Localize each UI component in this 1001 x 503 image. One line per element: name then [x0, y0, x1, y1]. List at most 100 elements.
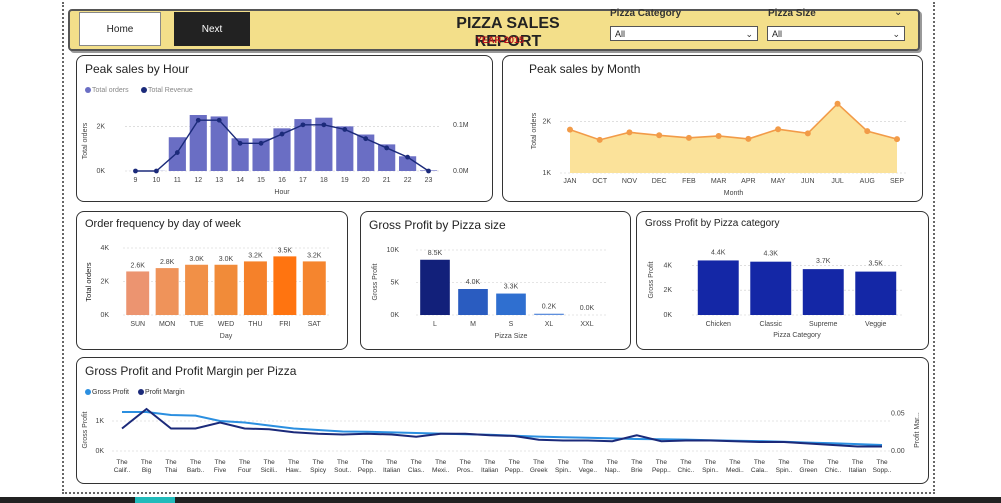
revenue-point — [154, 168, 159, 174]
day-bar-label: 2.6K — [131, 262, 146, 269]
day-bar — [302, 261, 326, 315]
month-x-tick: AUG — [860, 178, 875, 185]
month-point — [745, 135, 752, 142]
day-bar — [243, 261, 267, 315]
pizza-x-tick: The — [558, 459, 570, 466]
day-bar-label: 3.0K — [189, 256, 204, 263]
month-x-tick: MAY — [771, 178, 786, 185]
month-y-tick: 1K — [542, 170, 551, 177]
category-bar-label: 3.5K — [869, 261, 884, 268]
hour-x-tick: 19 — [341, 177, 349, 184]
home-button[interactable]: Home — [79, 12, 161, 46]
legend-dot-revenue — [141, 87, 147, 93]
hour-y-label: Total orders — [82, 122, 89, 159]
size-x-tick: XXL — [580, 321, 593, 328]
day-bar — [155, 268, 179, 315]
month-point — [864, 128, 871, 135]
revenue-point — [321, 122, 327, 128]
revenue-point — [384, 145, 390, 151]
pizza-x-tick: The — [288, 459, 300, 466]
pizza-x-tick: The — [803, 459, 815, 466]
category-y-tick: 2K — [663, 287, 672, 294]
category-y-label: Gross Profit — [648, 261, 655, 298]
pizza-x-tick: The — [533, 459, 545, 466]
hour-chart-card: Peak sales by Hour Total orders Total Rev… — [76, 55, 493, 202]
legend-dot-orders — [85, 87, 91, 93]
day-bar-label: 2.8K — [160, 259, 175, 266]
pizza-x-tick: The — [509, 459, 521, 466]
pizza-x-tick: Brie — [631, 467, 643, 474]
size-bar-label: 3.3K — [504, 284, 519, 291]
category-bar — [697, 260, 739, 315]
report-year: YEAR-2015 — [475, 35, 525, 45]
month-point — [626, 129, 633, 136]
day-x-tick: SUN — [130, 321, 145, 328]
hour-bar — [210, 116, 228, 171]
pizza-x-tick: Sout.. — [334, 467, 351, 474]
category-x-label: Pizza Category — [773, 332, 821, 339]
pizza-x-tick: The — [827, 459, 839, 466]
hour-bar — [189, 115, 207, 171]
pizza-category-dropdown[interactable]: All ⌄ — [610, 26, 758, 41]
pizza-x-tick: Sopp.. — [873, 467, 892, 474]
size-chart: 0K 5K 10K Gross Profit 8.5K L 4.0K M 3.3K S 0.2K XL… — [372, 247, 606, 340]
size-bar — [534, 313, 564, 315]
legend-label-revenue: Total Revenue — [148, 87, 193, 94]
size-y-tick: 10K — [387, 247, 400, 254]
pizza-x-tick: Chic.. — [825, 467, 842, 474]
category-y-tick: 0K — [663, 312, 672, 319]
hour-x-tick: 14 — [236, 177, 244, 184]
pizza-x-tick: The — [386, 459, 398, 466]
pizza-y-label: Gross Profit — [82, 411, 89, 448]
pizza-x-tick: Chic.. — [678, 467, 695, 474]
day-bar — [273, 256, 297, 315]
pizza-x-tick: The — [656, 459, 668, 466]
size-x-tick: L — [433, 321, 437, 328]
month-point — [834, 100, 841, 107]
pizza-x-tick: Barb.. — [187, 467, 205, 474]
pizza-category-label: Pizza Category — [610, 8, 682, 19]
month-point — [596, 136, 603, 143]
day-y-tick: 2K — [100, 279, 109, 286]
hour-y2-tick: 0.1M — [453, 122, 469, 129]
pizza-x-tick: The — [729, 459, 741, 466]
pizza-x-tick: Italian — [383, 467, 401, 474]
pizza-x-tick: Pepp.. — [505, 467, 524, 474]
revenue-point — [363, 136, 369, 142]
category-bar-label: 3.7K — [816, 258, 831, 265]
month-x-tick: JAN — [563, 178, 576, 185]
pizza-x-tick: The — [778, 459, 790, 466]
category-y-tick: 4K — [663, 262, 672, 269]
size-x-label: Pizza Size — [495, 333, 528, 340]
day-bar-label: 3.5K — [278, 247, 293, 254]
hour-x-tick: 12 — [194, 177, 202, 184]
gross-profit-line — [122, 411, 883, 446]
month-x-tick: OCT — [592, 178, 608, 185]
pizza-size-dropdown[interactable]: All ⌄ — [767, 26, 905, 41]
size-y-label: Gross Profit — [372, 263, 379, 300]
day-bar-label: 3.0K — [219, 256, 234, 263]
month-point — [715, 132, 722, 139]
category-bar-label: 4.3K — [764, 251, 779, 258]
report-title: PIZZA SALES REPORT — [456, 15, 560, 50]
pizza-x-tick: The — [411, 459, 423, 466]
category-x-tick: Veggie — [865, 321, 887, 328]
day-chart-card: Order frequency by day of week 0K 2K 4K Tot… — [76, 211, 348, 350]
pizza-x-tick: The — [214, 459, 226, 466]
size-bar-label: 0.2K — [542, 304, 557, 311]
day-chart: 0K 2K 4K Total orders 2.6K SUN 2.8K MON 3.0K TUE 3… — [84, 245, 329, 340]
revenue-point — [300, 122, 306, 128]
pizza-chart: Gross Profit Profit Margin 1K 0K 0.05 0.00 Gro… — [82, 389, 921, 474]
active-tab-indicator[interactable] — [135, 497, 175, 503]
hour-x-tick: 15 — [257, 177, 265, 184]
hour-x-tick: 11 — [174, 177, 181, 184]
day-y-tick: 4K — [100, 245, 109, 252]
hour-x-tick: 20 — [362, 177, 370, 184]
filter-collapse-icon[interactable]: ⌄ — [894, 7, 902, 18]
day-bar — [214, 264, 238, 315]
pizza-x-tick: Spicy — [310, 467, 327, 474]
next-button[interactable]: Next — [174, 12, 250, 46]
pizza-x-tick: Thai — [165, 467, 178, 474]
revenue-point — [426, 168, 431, 174]
month-y-label: Total orders — [531, 112, 538, 149]
